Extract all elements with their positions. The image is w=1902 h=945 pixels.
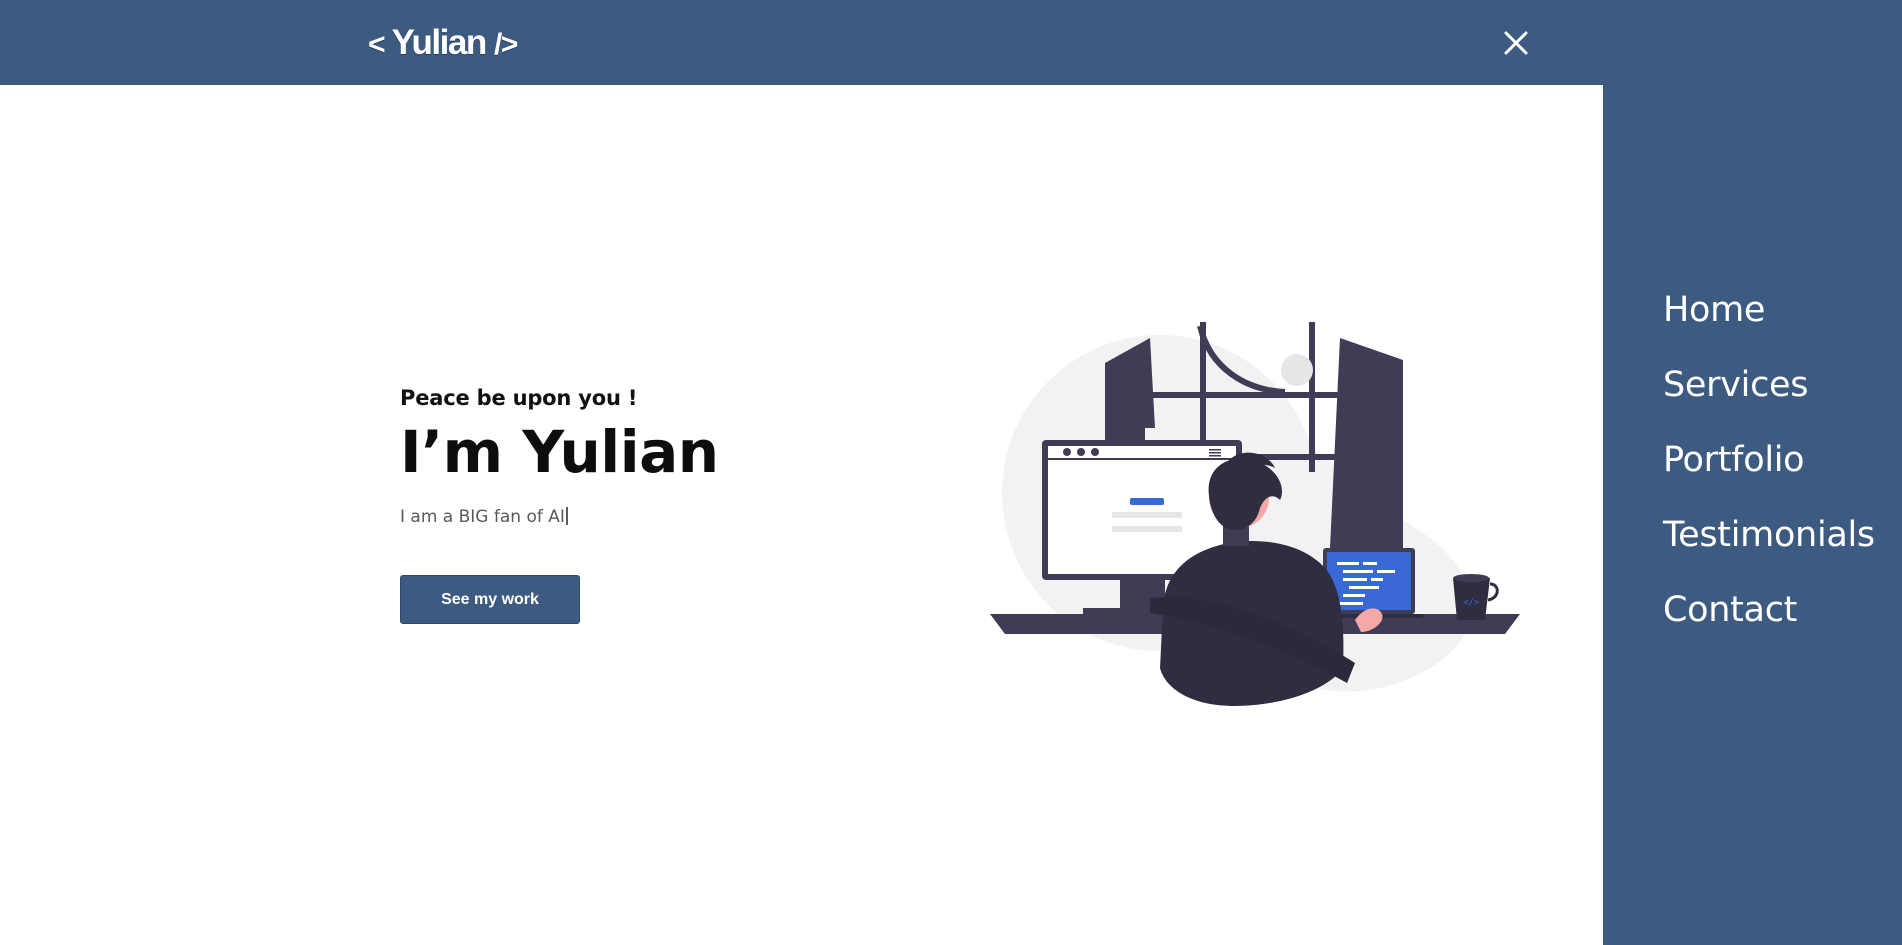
top-header: < Yulian />: [0, 0, 1902, 85]
nav-item-testimonials[interactable]: Testimonials: [1663, 510, 1875, 560]
typing-cursor: [565, 507, 568, 525]
see-my-work-button[interactable]: See my work: [400, 575, 580, 624]
logo-name: Yulian: [384, 23, 494, 62]
logo-open-bracket: <: [368, 28, 386, 61]
close-icon: [1504, 31, 1528, 55]
nav-item-home[interactable]: Home: [1663, 285, 1875, 335]
nav-item-services[interactable]: Services: [1663, 360, 1875, 410]
hero-tagline-row: I am a BIG fan of AI: [400, 504, 719, 530]
hero-tagline: I am a BIG fan of AI: [400, 507, 565, 527]
logo-close-bracket: />: [493, 28, 518, 61]
site-logo[interactable]: < Yulian />: [368, 21, 518, 67]
hero-name: I’m Yulian: [400, 418, 719, 486]
nav-menu-list: Home Services Portfolio Testimonials Con…: [1663, 285, 1875, 660]
nav-item-portfolio[interactable]: Portfolio: [1663, 435, 1875, 485]
nav-item-contact[interactable]: Contact: [1663, 585, 1875, 635]
hero-section: Peace be upon you ! I’m Yulian I am a BI…: [400, 382, 719, 530]
hero-greeting: Peace be upon you !: [400, 386, 638, 410]
svg-text:</>: </>: [1463, 598, 1480, 608]
developer-illustration: </>: [990, 322, 1520, 706]
nav-menu-panel: Home Services Portfolio Testimonials Con…: [1603, 85, 1902, 945]
close-menu-button[interactable]: [1500, 27, 1532, 59]
